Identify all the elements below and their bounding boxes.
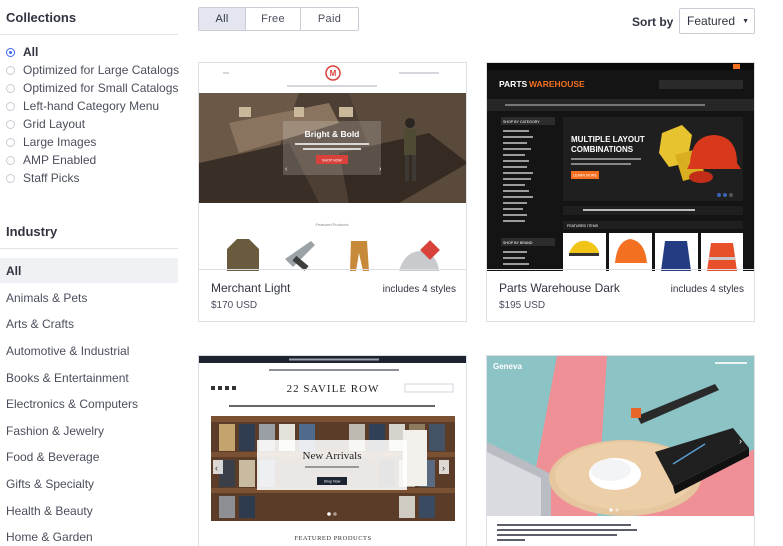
collection-option[interactable]: Left-hand Category Menu [6, 97, 179, 115]
collections-list: All Optimized for Large Catalogs Optimized… [6, 43, 179, 187]
preview-banner-title-2: COMBINATIONS [571, 145, 634, 154]
industry-filter-item[interactable]: Food & Beverage [0, 444, 178, 471]
collections-heading: Collections [6, 10, 77, 25]
theme-card-parts-warehouse-dark[interactable]: PARTS WAREHOUSE SHOP BY CATEGORY SHOP BY… [486, 62, 755, 322]
theme-name: Merchant Light [211, 281, 291, 295]
collection-option-label: Optimized for Large Catalogs [23, 63, 180, 77]
preview-section-label: Featured Products [316, 222, 349, 227]
preview-brand-heading: SHOP BY BRAND [503, 241, 533, 245]
industry-filter-item[interactable]: Animals & Pets [0, 285, 178, 312]
collection-option[interactable]: Staff Picks [6, 169, 179, 187]
collection-option[interactable]: All [6, 43, 179, 61]
collection-option-label: AMP Enabled [23, 153, 97, 167]
theme-preview-image: M Bright & Bold SHOP NOW ‹ › Featured Pr… [199, 63, 466, 271]
theme-preview-image: Geneva › [487, 356, 754, 546]
tab-free[interactable]: Free [246, 8, 301, 30]
radio-icon [6, 65, 15, 75]
industry-filter-item[interactable]: Health & Beauty [0, 497, 178, 524]
theme-card-merchant-light[interactable]: M Bright & Bold SHOP NOW ‹ › Featured Pr… [198, 62, 467, 322]
radio-icon [6, 173, 15, 183]
theme-preview-image: PARTS WAREHOUSE SHOP BY CATEGORY SHOP BY… [487, 63, 754, 271]
collection-option-label: Left-hand Category Menu [23, 99, 160, 113]
theme-styles-count: includes 4 styles [382, 284, 456, 295]
collection-option-label: Grid Layout [23, 117, 86, 131]
divider [0, 34, 178, 35]
svg-text:›: › [739, 436, 742, 446]
radio-selected-icon [6, 47, 15, 57]
collection-option[interactable]: Optimized for Small Catalogs [6, 79, 179, 97]
preview-banner-button: LEARN MORE [573, 174, 597, 178]
industry-filter-item[interactable]: Gifts & Specialty [0, 471, 178, 498]
radio-icon [6, 101, 15, 111]
theme-preview-image: 22 SAVILE ROW New Arrivals Shop Now ‹ › … [199, 356, 466, 546]
preview-logo-part1: PARTS [499, 79, 528, 89]
caret-down-icon: ▼ [742, 18, 749, 25]
sort-value: Featured [687, 14, 736, 28]
theme-card-geneva[interactable]: Geneva › [486, 355, 755, 546]
preview-section-label: FEATURED PRODUCTS [294, 535, 371, 542]
merchant-light-preview: M Bright & Bold SHOP NOW ‹ › Featured Pr… [199, 63, 466, 271]
sort-select[interactable]: Featured ▼ [679, 8, 755, 34]
filter-sidebar: Collections All Optimized for Large Catal… [0, 0, 180, 546]
industry-list: All Animals & Pets Arts & Crafts Automotive… [0, 258, 178, 546]
industry-heading: Industry [6, 224, 58, 239]
industry-filter-item[interactable]: Books & Entertainment [0, 364, 178, 391]
industry-filter-item[interactable]: Arts & Crafts [0, 311, 178, 338]
radio-icon [6, 137, 15, 147]
preview-featured-heading: FEATURED ITEMS [567, 224, 599, 228]
svg-text:‹: ‹ [215, 463, 218, 473]
theme-card-info: Merchant Light $170 USD includes 4 style… [199, 269, 466, 321]
theme-styles-count: includes 4 styles [670, 284, 744, 295]
collection-option-label: Large Images [23, 135, 97, 149]
radio-icon [6, 119, 15, 129]
collection-option-label: Staff Picks [23, 171, 80, 185]
theme-price: $170 USD [211, 300, 258, 311]
geneva-preview: Geneva › [487, 356, 754, 546]
parts-warehouse-preview: PARTS WAREHOUSE SHOP BY CATEGORY SHOP BY… [487, 63, 754, 271]
svg-text:M: M [330, 69, 337, 78]
preview-hero-title: New Arrivals [303, 450, 362, 462]
tab-paid[interactable]: Paid [301, 8, 358, 30]
preview-logo: Geneva [493, 362, 522, 371]
divider [0, 248, 178, 249]
sort-label: Sort by [632, 15, 674, 29]
industry-filter-item[interactable]: Automotive & Industrial [0, 338, 178, 365]
industry-filter-item[interactable]: Electronics & Computers [0, 391, 178, 418]
preview-sidebar-heading: SHOP BY CATEGORY [503, 120, 540, 124]
radio-icon [6, 155, 15, 165]
preview-logo-part2: WAREHOUSE [529, 79, 585, 89]
collection-option[interactable]: Optimized for Large Catalogs [6, 61, 179, 79]
preview-hero-button: SHOP NOW [322, 159, 343, 163]
preview-hero-title: Bright & Bold [305, 129, 360, 139]
industry-filter-item[interactable]: Home & Garden [0, 524, 178, 546]
collection-option[interactable]: Grid Layout [6, 115, 179, 133]
savile-row-preview: 22 SAVILE ROW New Arrivals Shop Now ‹ › … [199, 356, 466, 546]
tab-all[interactable]: All [199, 8, 246, 30]
preview-hero-button: Shop Now [324, 480, 341, 484]
theme-price: $195 USD [499, 300, 546, 311]
theme-card-savile-row[interactable]: 22 SAVILE ROW New Arrivals Shop Now ‹ › … [198, 355, 467, 546]
collection-option[interactable]: Large Images [6, 133, 179, 151]
radio-icon [6, 83, 15, 93]
price-filter-tabs: All Free Paid [198, 7, 359, 31]
collection-option[interactable]: AMP Enabled [6, 151, 179, 169]
industry-filter-item[interactable]: Fashion & Jewelry [0, 418, 178, 445]
collection-option-label: Optimized for Small Catalogs [23, 81, 179, 95]
preview-banner-title-1: MULTIPLE LAYOUT [571, 135, 645, 144]
theme-name: Parts Warehouse Dark [499, 281, 620, 295]
collection-option-label: All [23, 45, 39, 59]
theme-card-info: Parts Warehouse Dark $195 USD includes 4… [487, 269, 754, 321]
svg-text:›: › [442, 463, 445, 473]
industry-filter-item[interactable]: All [0, 258, 178, 283]
preview-logo: 22 SAVILE ROW [287, 383, 380, 395]
